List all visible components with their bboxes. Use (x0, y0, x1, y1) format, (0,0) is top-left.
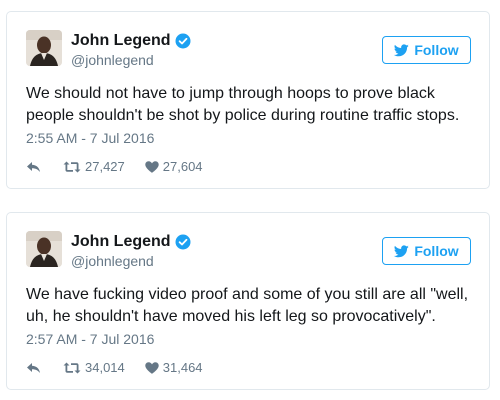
author-name[interactable]: John Legend (71, 232, 171, 251)
retweet-count: 27,427 (85, 159, 125, 174)
reply-button[interactable] (26, 161, 41, 173)
tweet-text: We should not have to jump through hoops… (26, 85, 460, 124)
avatar[interactable] (26, 231, 62, 267)
like-count: 31,464 (162, 360, 203, 375)
author-handle[interactable]: @johnlegend (71, 252, 191, 270)
heart-icon (145, 161, 159, 173)
follow-button[interactable]: Follow (382, 36, 471, 64)
verified-badge-icon (175, 33, 191, 49)
avatar[interactable] (26, 30, 62, 66)
follow-label: Follow (414, 243, 459, 259)
retweet-button[interactable]: 27,427 (63, 158, 125, 176)
author-block: John Legend @johnlegend (71, 232, 191, 270)
tweet-card: John Legend @johnlegend Follow We have f… (6, 212, 490, 390)
tweet-text: We have fucking video proof and some of … (26, 286, 469, 325)
follow-button[interactable]: Follow (382, 237, 471, 265)
twitter-bird-icon (394, 244, 410, 257)
retweet-button[interactable]: 34,014 (63, 359, 125, 377)
author-block: John Legend @johnlegend (71, 31, 191, 69)
reply-arrow-icon (27, 363, 40, 373)
reply-arrow-icon (27, 162, 40, 172)
like-count: 27,604 (162, 159, 203, 174)
tweet-actions: 34,014 31,464 (26, 359, 203, 377)
like-button[interactable]: 31,464 (145, 359, 203, 377)
twitter-bird-icon (394, 43, 410, 56)
retweet-count: 34,014 (85, 360, 125, 375)
tweet-card: John Legend @johnlegend Follow We should… (6, 11, 490, 189)
tweet-timestamp[interactable]: 2:55 AM - 7 Jul 2016 (26, 129, 154, 147)
tweet-timestamp[interactable]: 2:57 AM - 7 Jul 2016 (26, 330, 154, 348)
heart-icon (145, 362, 159, 374)
follow-label: Follow (414, 42, 459, 58)
author-handle[interactable]: @johnlegend (71, 51, 191, 69)
reply-button[interactable] (26, 362, 41, 374)
verified-badge-icon (175, 234, 191, 250)
retweet-icon (63, 161, 81, 173)
author-name[interactable]: John Legend (71, 31, 171, 50)
retweet-icon (63, 362, 81, 374)
tweet-actions: 27,427 27,604 (26, 158, 203, 176)
like-button[interactable]: 27,604 (145, 158, 203, 176)
